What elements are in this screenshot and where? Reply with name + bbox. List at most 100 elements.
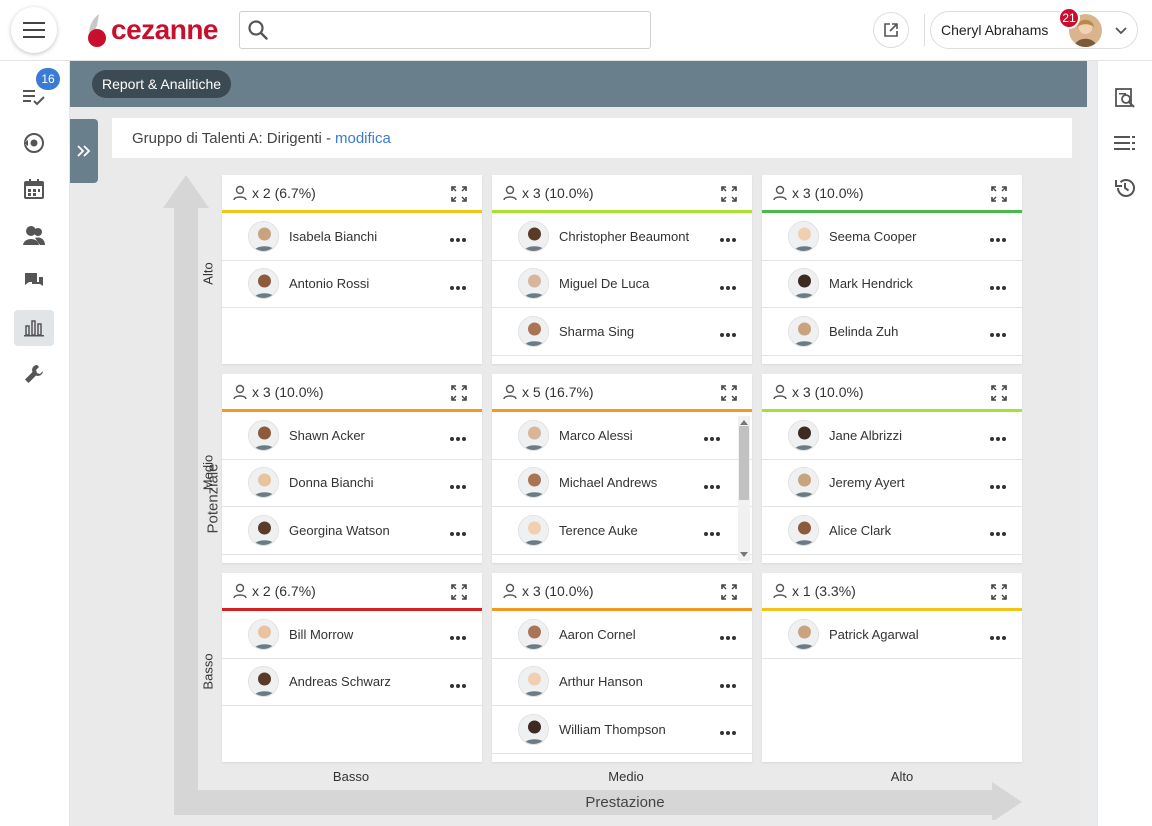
more-actions-button[interactable] [990, 230, 1006, 245]
grid-cell-medio-alto: x 3 (10.0%) Jane Albrizzi Jeremy Ayert Alic… [762, 374, 1022, 563]
more-actions-button[interactable] [990, 477, 1006, 492]
chevron-down-icon [1115, 27, 1127, 35]
person-row[interactable]: Miguel De Luca [492, 261, 752, 308]
person-row[interactable]: Michael Andrews [492, 460, 752, 507]
person-row[interactable]: Andreas Schwarz [222, 659, 482, 706]
notification-badge[interactable]: 21 [1058, 7, 1080, 29]
fullscreen-button[interactable] [991, 584, 1007, 603]
logo-text: cezanne [111, 14, 219, 45]
cell-count: x 2 (6.7%) [252, 184, 316, 201]
person-row[interactable]: Antonio Rossi [222, 261, 482, 308]
search-input[interactable] [276, 22, 636, 38]
fullscreen-button[interactable] [991, 385, 1007, 404]
more-actions-button[interactable] [704, 524, 720, 539]
breadcrumb[interactable]: Report & Analitiche [92, 70, 232, 98]
person-row[interactable]: Aaron Cornel [492, 611, 752, 659]
person-avatar [518, 268, 549, 300]
more-actions-button[interactable] [990, 524, 1006, 539]
person-row[interactable]: Donna Bianchi [222, 460, 482, 507]
cell-count: x 5 (16.7%) [522, 383, 594, 400]
person-row[interactable]: Shawn Acker [222, 412, 482, 460]
person-row[interactable]: Christopher Beaumont [492, 213, 752, 261]
more-actions-button[interactable] [990, 628, 1006, 643]
cell-count: x 1 (3.3%) [792, 582, 856, 599]
person-row[interactable]: Seema Cooper [762, 213, 1022, 261]
more-actions-button[interactable] [704, 429, 720, 444]
list-button[interactable] [1112, 130, 1138, 156]
person-row[interactable]: Bill Morrow [222, 611, 482, 659]
person-row[interactable]: William Thompson [492, 706, 752, 754]
more-actions-button[interactable] [450, 524, 466, 539]
more-actions-button[interactable] [720, 325, 736, 340]
person-row[interactable]: Terence Auke [492, 507, 752, 555]
person-row[interactable]: Sharma Sing [492, 308, 752, 356]
fullscreen-button[interactable] [721, 584, 737, 603]
fullscreen-button[interactable] [451, 584, 467, 603]
more-actions-button[interactable] [720, 723, 736, 738]
person-row[interactable]: Isabela Bianchi [222, 213, 482, 261]
more-actions-button[interactable] [450, 230, 466, 245]
fullscreen-button[interactable] [721, 186, 737, 205]
more-actions-button[interactable] [990, 429, 1006, 444]
person-name: Mark Hendrick [829, 276, 913, 292]
person-name: Seema Cooper [829, 228, 917, 244]
y-level-basso: Basso [200, 653, 216, 690]
grid-cell-alto-basso: x 2 (6.7%) Isabela Bianchi Antonio Rossi [222, 175, 482, 364]
edit-group-link[interactable]: modifica [335, 130, 391, 147]
person-name: Christopher Beaumont [559, 228, 690, 244]
nav-reviews[interactable] [14, 125, 54, 161]
user-menu[interactable]: Cheryl Abrahams [930, 11, 1138, 49]
person-row[interactable]: Georgina Watson [222, 507, 482, 555]
fullscreen-button[interactable] [451, 186, 467, 205]
person-row[interactable]: Jeremy Ayert [762, 460, 1022, 507]
search-document-button[interactable] [1112, 85, 1138, 111]
person-row[interactable]: Alice Clark [762, 507, 1022, 555]
more-dots-icon [450, 636, 466, 640]
grid-cell-alto-medio: x 3 (10.0%) Christopher Beaumont Miguel De… [492, 175, 752, 364]
person-row[interactable]: Patrick Agarwal [762, 611, 1022, 659]
search-icon [248, 20, 268, 40]
cezanne-logo[interactable]: cezanne [85, 12, 219, 48]
more-actions-button[interactable] [990, 278, 1006, 293]
more-actions-button[interactable] [720, 628, 736, 643]
more-actions-button[interactable] [704, 477, 720, 492]
person-avatar [248, 666, 279, 698]
person-name: Shawn Acker [289, 427, 365, 443]
person-row[interactable]: Jane Albrizzi [762, 412, 1022, 460]
more-dots-icon [720, 333, 736, 337]
fullscreen-button[interactable] [991, 186, 1007, 205]
nav-people[interactable] [14, 217, 54, 253]
nav-reports[interactable] [14, 310, 54, 346]
nav-calendar[interactable] [14, 171, 54, 207]
person-avatar [248, 419, 279, 451]
fullscreen-button[interactable] [451, 385, 467, 404]
more-actions-button[interactable] [990, 325, 1006, 340]
y-level-alto: Alto [200, 262, 216, 285]
person-row[interactable]: Marco Alessi [492, 412, 752, 460]
more-actions-button[interactable] [720, 676, 736, 691]
nav-tools[interactable] [14, 356, 54, 392]
history-button[interactable] [1112, 175, 1138, 201]
more-actions-button[interactable] [720, 278, 736, 293]
scrollbar-thumb[interactable] [739, 426, 749, 500]
more-actions-button[interactable] [450, 477, 466, 492]
person-row[interactable]: Arthur Hanson [492, 659, 752, 706]
fullscreen-button[interactable] [721, 385, 737, 404]
more-actions-button[interactable] [450, 676, 466, 691]
more-actions-button[interactable] [450, 628, 466, 643]
menu-button[interactable] [11, 7, 57, 53]
more-actions-button[interactable] [720, 230, 736, 245]
person-avatar [518, 315, 549, 347]
person-avatar [518, 666, 549, 698]
person-row[interactable]: Mark Hendrick [762, 261, 1022, 308]
more-actions-button[interactable] [450, 429, 466, 444]
fullscreen-icon [451, 584, 467, 600]
open-external-button[interactable] [873, 12, 909, 48]
more-actions-button[interactable] [450, 278, 466, 293]
person-avatar [518, 618, 549, 650]
person-row[interactable]: Belinda Zuh [762, 308, 1022, 356]
nav-chat[interactable] [14, 263, 54, 299]
search-box[interactable] [239, 11, 651, 49]
more-dots-icon [990, 238, 1006, 242]
expand-panel-button[interactable] [70, 119, 98, 183]
